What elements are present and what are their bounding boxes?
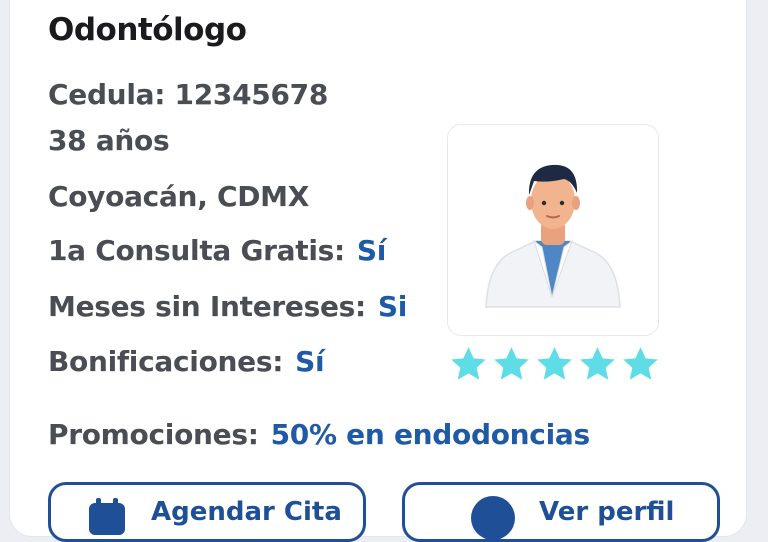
msi-value: Si: [377, 290, 408, 323]
bonus-value: Sí: [295, 345, 325, 378]
view-profile-label: Ver perfil: [539, 497, 675, 527]
free-consult-label: 1a Consulta Gratis:: [48, 234, 345, 267]
star-icon: [580, 347, 615, 380]
schedule-appointment-label: Agendar Cita: [151, 497, 342, 527]
schedule-appointment-button[interactable]: Agendar Cita: [48, 482, 366, 542]
calendar-icon: [89, 498, 125, 535]
location-text: Coyoacán, CDMX: [48, 180, 310, 213]
view-profile-button[interactable]: Ver perfil: [402, 482, 720, 542]
msi-label: Meses sin Intereses:: [48, 290, 366, 323]
cedula-text: Cedula: 12345678: [48, 78, 329, 111]
bonus-label: Bonificaciones:: [48, 345, 284, 378]
doctor-avatar-illustration: [485, 164, 621, 308]
bonus-row: Bonificaciones: Sí: [48, 345, 325, 378]
star-icon: [494, 347, 529, 380]
profile-icon: [471, 496, 515, 539]
star-icon: [623, 347, 658, 380]
star-icon: [451, 347, 486, 380]
star-icon: [537, 347, 572, 380]
msi-row: Meses sin Intereses: Si: [48, 290, 407, 323]
promo-value: 50% en endodoncias: [270, 418, 591, 451]
promo-label: Promociones:: [48, 418, 259, 451]
doctor-specialty-title: Odontólogo: [48, 12, 247, 48]
free-consult-row: 1a Consulta Gratis: Sí: [48, 234, 386, 267]
rating-stars: [448, 344, 661, 385]
free-consult-value: Sí: [356, 234, 387, 267]
doctor-avatar: [447, 124, 659, 336]
promo-row: Promociones: 50% en endodoncias: [48, 418, 590, 451]
age-text: 38 años: [48, 124, 170, 157]
